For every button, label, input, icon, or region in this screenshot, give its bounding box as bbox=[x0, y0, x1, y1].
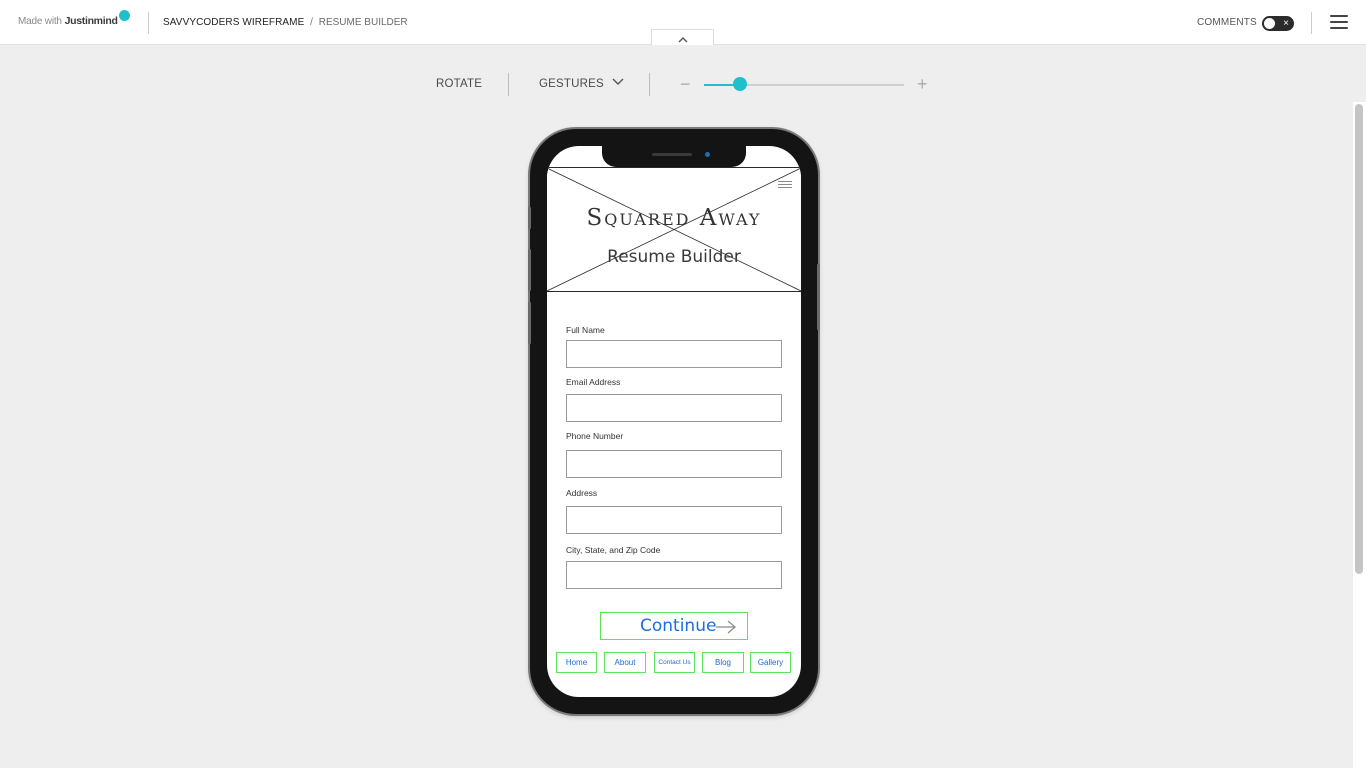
hero-image-placeholder: Squared Away Resume Builder bbox=[547, 167, 801, 292]
phone-speaker bbox=[652, 153, 692, 156]
continue-label: Continue bbox=[640, 616, 717, 636]
vertical-scrollbar[interactable] bbox=[1353, 102, 1366, 768]
breadcrumb-separator: / bbox=[310, 17, 313, 28]
justinmind-logo[interactable]: Made with Justinmind bbox=[18, 15, 118, 27]
phone-camera bbox=[705, 152, 710, 157]
app-subtitle: Resume Builder bbox=[607, 247, 741, 267]
header-divider bbox=[148, 12, 149, 34]
hamburger-menu-icon[interactable] bbox=[1330, 15, 1348, 29]
city-state-zip-input[interactable] bbox=[566, 561, 782, 589]
city-state-zip-label: City, State, and Zip Code bbox=[566, 545, 661, 555]
phone-label: Phone Number bbox=[566, 431, 624, 441]
toggle-knob bbox=[1264, 18, 1275, 29]
address-input[interactable] bbox=[566, 506, 782, 534]
gestures-label: GESTURES bbox=[539, 78, 604, 90]
zoom-slider-handle[interactable] bbox=[733, 77, 747, 91]
email-input[interactable] bbox=[566, 394, 782, 422]
phone-volume-down bbox=[528, 302, 531, 344]
phone-mute-switch bbox=[528, 207, 531, 229]
phone-volume-up bbox=[528, 249, 531, 291]
header-divider bbox=[1311, 12, 1312, 34]
app-title: Squared Away bbox=[586, 205, 762, 231]
full-name-input[interactable] bbox=[566, 340, 782, 368]
phone-notch bbox=[602, 146, 746, 167]
gestures-dropdown[interactable]: GESTURES bbox=[539, 78, 624, 90]
phone-input[interactable] bbox=[566, 450, 782, 478]
collapse-header-button[interactable] bbox=[651, 29, 714, 45]
breadcrumb-page: RESUME BUILDER bbox=[318, 17, 408, 28]
address-label: Address bbox=[566, 488, 598, 498]
zoom-in-button[interactable]: + bbox=[917, 75, 928, 93]
full-name-label: Full Name bbox=[566, 325, 605, 335]
toolbar-divider bbox=[508, 73, 509, 96]
rotate-button[interactable]: ROTATE bbox=[436, 78, 482, 90]
chevron-down-icon bbox=[612, 78, 624, 85]
arrow-right-icon bbox=[716, 620, 736, 634]
toolbar-divider bbox=[649, 73, 650, 96]
email-label: Email Address bbox=[566, 377, 621, 387]
phone-power-button bbox=[817, 264, 820, 330]
close-icon: × bbox=[1283, 18, 1289, 29]
nav-gallery-button[interactable]: Gallery bbox=[750, 652, 791, 673]
brand-name: Justinmind bbox=[64, 15, 118, 27]
nav-about-button[interactable]: About bbox=[604, 652, 646, 673]
nav-home-button[interactable]: Home bbox=[556, 652, 597, 673]
continue-button[interactable]: Continue bbox=[600, 612, 748, 640]
chevron-up-icon bbox=[678, 37, 687, 43]
zoom-out-button[interactable]: − bbox=[680, 75, 691, 93]
nav-blog-button[interactable]: Blog bbox=[702, 652, 744, 673]
brand-dot-icon bbox=[119, 10, 130, 21]
nav-contact-button[interactable]: Contact Us bbox=[654, 652, 695, 673]
breadcrumb-project[interactable]: SAVVYCODERS WIREFRAME bbox=[163, 17, 304, 28]
scrollbar-thumb[interactable] bbox=[1355, 104, 1363, 574]
made-with-text: Made with bbox=[18, 16, 62, 27]
app-menu-icon[interactable] bbox=[778, 181, 792, 189]
phone-screen: Squared Away Resume Builder Full Name Em… bbox=[547, 146, 801, 697]
breadcrumb: SAVVYCODERS WIREFRAME / RESUME BUILDER bbox=[163, 17, 408, 28]
comments-toggle[interactable]: × bbox=[1262, 16, 1294, 31]
comments-label: COMMENTS bbox=[1197, 17, 1257, 28]
